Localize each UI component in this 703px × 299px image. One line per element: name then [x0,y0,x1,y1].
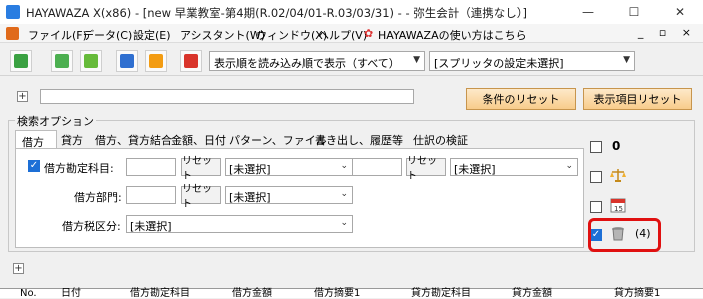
menu-data[interactable]: データ(C) [83,27,132,43]
title-bar: HAYAWAZA X(x86) - [new 早業教室-第4期(R.02/04/… [0,0,703,24]
tab-amount-date[interactable]: 金額、日付 [171,132,226,149]
tab-journal-validation[interactable]: 仕訳の検証 [413,132,468,149]
chevron-down-icon: ▼ [623,55,630,65]
print-button[interactable] [180,50,202,72]
balance-checkbox[interactable] [590,171,602,183]
calendar-icon: 15 [610,198,626,213]
display-order-combo[interactable]: 表示順を読み込み順で表示（すべて） ▼ [209,51,425,71]
reset-conditions-button[interactable]: 条件のリセット [466,88,576,110]
calendar-checkbox[interactable] [590,201,602,213]
chevron-down-icon: ⌄ [565,161,573,171]
debit-account-label: 借方勘定科目: [44,162,114,175]
edit-button[interactable] [80,50,102,72]
debit-dept-select-value: [未選択] [229,191,271,204]
tab-credit[interactable]: 貸方 [61,132,83,149]
debit-account-select-2[interactable]: [未選択] ⌄ [450,158,578,176]
filter-input[interactable] [40,89,414,104]
debit-tax-select[interactable]: [未選択] ⌄ [126,215,353,233]
debit-account-select[interactable]: [未選択] ⌄ [225,158,353,176]
chevron-down-icon: ⌄ [340,189,348,199]
search-options-title: 検索オプション [15,113,96,129]
app-icon [6,5,20,19]
menu-window[interactable]: ウィンドウ(X) [256,27,327,43]
tab-pattern-file[interactable]: パターン、ファイル [229,132,327,149]
debit-tab-panel: ✓ 借方勘定科目: リセット [未選択] ⌄ リセット [未選択] ⌄ 借方部門… [15,148,584,248]
expand-filter-button[interactable]: + [17,91,28,102]
edit-icon [84,54,98,68]
import-button[interactable] [116,50,138,72]
tab-debit[interactable]: 借方 [15,130,57,149]
menu-settings[interactable]: 設定(E) [133,27,171,43]
menu-help[interactable]: ヘルプ(V) [318,27,367,43]
splitter-combo[interactable]: [スプリッタの設定未選択] ▼ [429,51,635,71]
export-icon [149,54,163,68]
grid-header: No. 日付 借方勘定科目 借方金額 借方摘要1 貸方勘定科目 貸方金額 貸方摘… [0,288,703,299]
display-order-value: 表示順を読み込み順で表示（すべて） [214,57,400,70]
chevron-down-icon: ⌄ [340,218,348,228]
debit-account-code-input[interactable] [126,158,176,176]
menu-assistant[interactable]: アシスタント(W) [180,27,265,43]
debit-account-reset-button[interactable]: リセット [181,156,221,182]
new-doc-icon [14,54,28,68]
debit-dept-code-input[interactable] [126,186,176,204]
splitter-value: [スプリッタの設定未選択] [434,57,564,70]
zero-amount-label: 0 [612,139,621,153]
export-button[interactable] [145,50,167,72]
debit-account-select-value: [未選択] [229,163,271,176]
maximize-button[interactable]: ☐ [611,0,657,24]
mdi-window-controls[interactable]: _ ▫ × [638,26,697,39]
print-icon [184,54,198,68]
debit-account-checkbox[interactable]: ✓ [28,160,40,172]
reset-display-items-button[interactable]: 表示項目リセット [583,88,692,110]
flower-icon: ✿ [364,27,374,40]
import-icon [120,54,134,68]
chevron-down-icon: ⌄ [340,161,348,171]
debit-account-select-2-value: [未選択] [454,163,496,176]
debit-dept-reset-button[interactable]: リセット [181,184,221,210]
tab-export-history[interactable]: 書き出し、履歴等 [315,132,403,149]
debit-dept-label: 借方部門: [74,191,122,204]
svg-text:15: 15 [614,205,623,213]
scale-icon [610,169,626,182]
toolbar: 表示順を読み込み順で表示（すべて） ▼ [スプリッタの設定未選択] ▼ [0,44,703,76]
debit-account-code-input-2[interactable] [352,158,402,176]
document-icon [6,27,19,40]
menu-bar: ファイル(F) データ(C) 設定(E) アシスタント(W) ウィンドウ(X) … [0,24,703,43]
debit-tax-select-value: [未選択] [130,220,172,233]
sheet-icon [55,54,69,68]
minimize-button[interactable]: — [565,0,611,24]
new-doc-button[interactable] [10,50,32,72]
sheet-button[interactable] [51,50,73,72]
expand-grid-button[interactable]: + [13,263,24,274]
debit-account-reset-button-2[interactable]: リセット [406,156,446,182]
chevron-down-icon: ▼ [413,55,420,65]
highlight-annotation [588,218,661,252]
menu-file[interactable]: ファイル(F) [28,27,87,43]
window-title: HAYAWAZA X(x86) - [new 早業教室-第4期(R.02/04/… [26,6,528,20]
close-button[interactable]: ✕ [657,0,703,24]
menu-hayawaza-howto[interactable]: HAYAWAZAの使い方はこちら [378,27,527,43]
debit-tax-label: 借方税区分: [62,220,121,233]
tab-debit-credit-combined[interactable]: 借方、貸方結合 [95,132,172,149]
zero-amount-checkbox[interactable] [590,141,602,153]
debit-dept-select[interactable]: [未選択] ⌄ [225,186,353,204]
